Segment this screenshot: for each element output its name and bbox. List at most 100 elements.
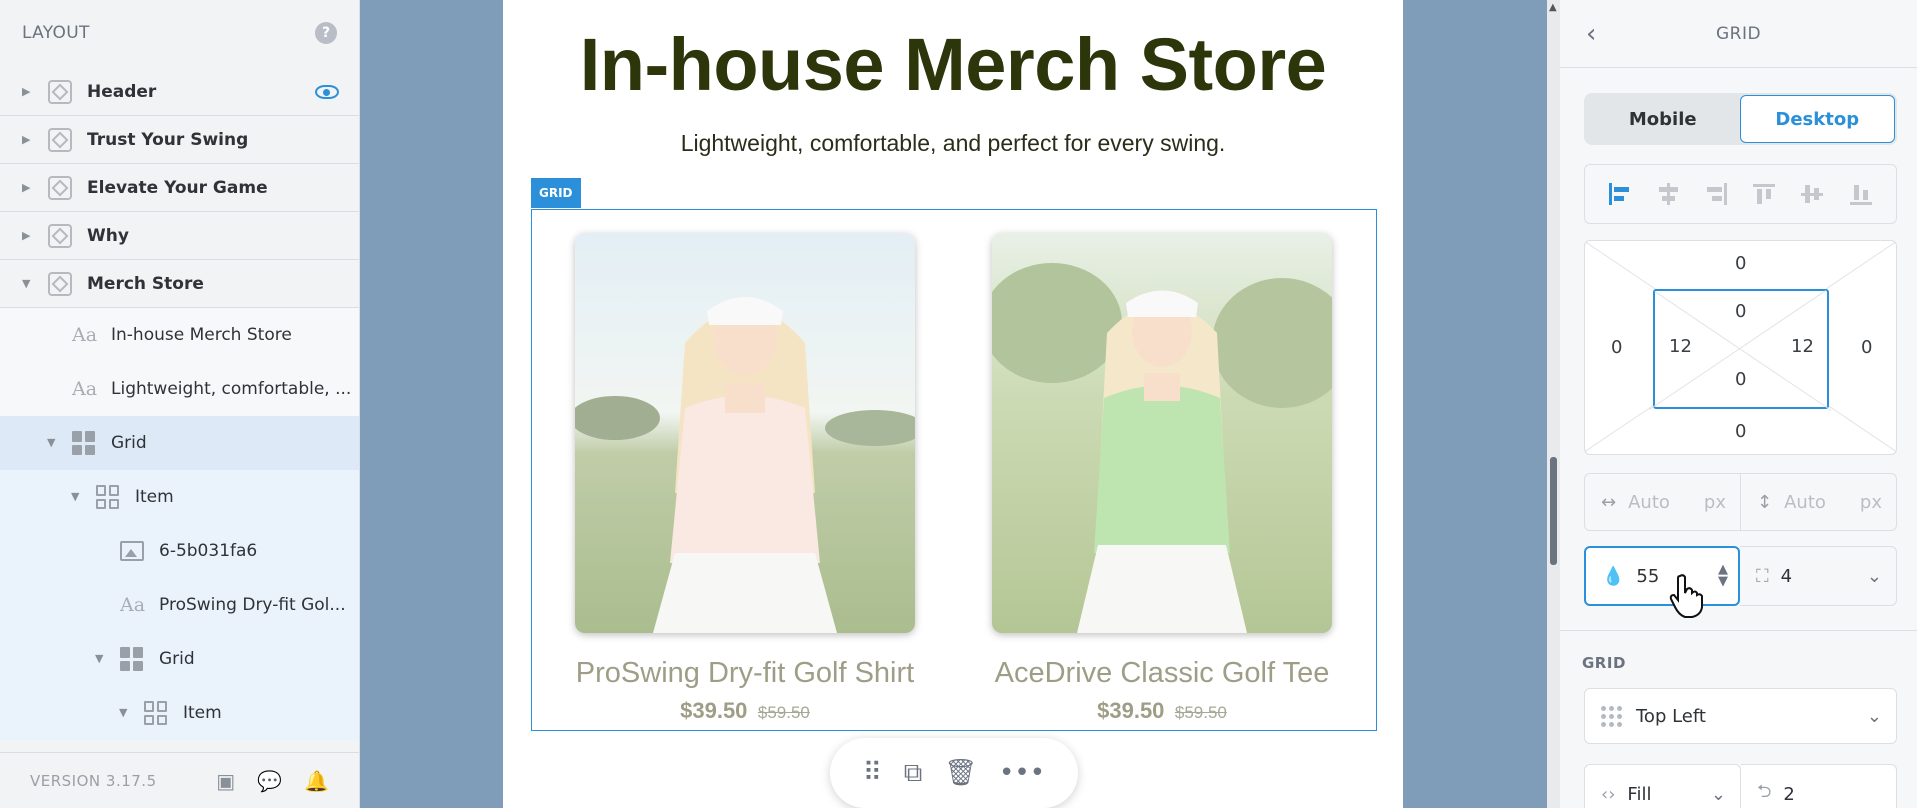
footer-icons: ▣ 💬 🔔 (216, 769, 329, 793)
text-icon: Aa (120, 594, 146, 616)
sidebar-footer: VERSION 3.17.5 ▣ 💬 🔔 (0, 752, 359, 808)
layer-label: Why (87, 225, 129, 246)
caret-right-icon[interactable]: ▶ (22, 134, 32, 145)
layer-label: Item (183, 703, 222, 723)
align-center-horizontal-icon[interactable] (1656, 183, 1680, 205)
drag-handle-icon[interactable]: ⠿ (863, 758, 882, 788)
width-input[interactable]: ↔ Auto px (1585, 474, 1740, 530)
properties-content: ‹ GRID Mobile Desktop 0 0 0 0 0 0 12 12 … (1560, 0, 1917, 808)
columns-icon: ⮌ (1757, 781, 1772, 802)
margin-right-field[interactable]: 0 (1861, 337, 1872, 358)
product-old-price: $59.50 (1174, 703, 1227, 722)
padding-top-field[interactable]: 0 (1735, 301, 1746, 322)
panel-scrollbar[interactable]: ▲ (1547, 0, 1560, 808)
product-image[interactable] (992, 233, 1332, 633)
layer-grid-selected[interactable]: ▼ Grid (0, 416, 359, 470)
caret-down-icon[interactable]: ▼ (119, 707, 129, 718)
layer-label: Lightweight, comfortable, ... (111, 379, 352, 399)
product-card[interactable]: ProSwing Dry-fit Golf Shirt $39.50 $59.5… (575, 233, 915, 724)
sidebar-header: LAYOUT ? (0, 0, 359, 66)
page-canvas: In-house Merch Store Lightweight, comfor… (503, 0, 1403, 808)
alignment-select[interactable]: Top Left ⌄ (1584, 688, 1897, 744)
chevron-down-icon: ⌄ (1866, 705, 1882, 727)
size-inputs: ↔ Auto px ↕ Auto px (1584, 473, 1897, 531)
spacing-box-model: 0 0 0 0 0 0 12 12 (1584, 240, 1897, 455)
opacity-radius-row: 💧 55 ▲ ▼ ⛶ 4 ⌄ (1584, 546, 1897, 606)
padding-right-field[interactable]: 12 (1791, 336, 1814, 357)
layer-label: In-house Merch Store (111, 325, 292, 345)
back-chevron-icon[interactable]: ‹ (1586, 19, 1596, 49)
product-image[interactable] (575, 233, 915, 633)
code-brackets-icon: ‹› (1601, 783, 1616, 805)
layer-label: Elevate Your Game (87, 177, 268, 198)
height-input[interactable]: ↕ Auto px (1740, 474, 1896, 530)
stepper-icon[interactable]: ▲ ▼ (1718, 563, 1728, 588)
margin-left-field[interactable]: 0 (1611, 337, 1622, 358)
columns-input[interactable]: ⮌ 2 (1741, 764, 1897, 808)
caret-down-icon[interactable]: ▼ (95, 653, 105, 664)
caret-right-icon[interactable]: ▶ (22, 230, 32, 241)
tab-desktop[interactable]: Desktop (1739, 95, 1895, 143)
layer-heading-text[interactable]: Aa In-house Merch Store (0, 308, 359, 362)
tab-mobile[interactable]: Mobile (1586, 95, 1740, 143)
layer-label: Grid (111, 433, 147, 453)
duplicate-icon[interactable]: ⧉ (904, 758, 923, 789)
more-options-icon[interactable]: ••• (999, 758, 1045, 788)
store-heading[interactable]: In-house Merch Store (503, 22, 1403, 107)
layer-header[interactable]: ▶ Header (0, 68, 359, 116)
panel-title: GRID (1715, 23, 1762, 44)
layer-item[interactable]: ▼ Item (0, 470, 359, 524)
notifications-bell-icon[interactable]: 🔔 (304, 769, 329, 793)
align-right-icon[interactable] (1704, 183, 1728, 205)
opacity-input[interactable]: 💧 55 ▲ ▼ (1584, 546, 1740, 606)
media-library-icon[interactable]: ▣ (216, 769, 235, 793)
layer-why[interactable]: ▶ Why (0, 212, 359, 260)
layer-label: ProSwing Dry-fit Gol... (159, 595, 346, 615)
layer-elevate-your-game[interactable]: ▶ Elevate Your Game (0, 164, 359, 212)
align-bottom-icon[interactable] (1849, 183, 1874, 205)
layer-label: Trust Your Swing (87, 129, 249, 150)
margin-top-field[interactable]: 0 (1735, 253, 1746, 274)
component-icon (48, 175, 72, 200)
scroll-up-arrow-icon[interactable]: ▲ (1549, 2, 1557, 13)
layer-label: Header (87, 81, 157, 102)
align-center-vertical-icon[interactable] (1801, 183, 1825, 205)
layout-sidebar: LAYOUT ? ▶ Header ▶ Trust Your Swing ▶ E… (0, 0, 360, 808)
caret-down-icon[interactable]: ▼ (22, 278, 32, 289)
caret-right-icon[interactable]: ▶ (22, 86, 32, 97)
layer-label: Merch Store (87, 273, 204, 294)
sidebar-title: LAYOUT (22, 23, 90, 43)
padding-left-field[interactable]: 12 (1669, 336, 1692, 357)
align-top-icon[interactable] (1752, 183, 1777, 205)
margin-bottom-field[interactable]: 0 (1735, 421, 1746, 442)
section-divider (1560, 630, 1917, 631)
comments-icon[interactable]: 💬 (257, 769, 282, 793)
layer-inner-item[interactable]: ▼ Item (0, 686, 359, 740)
layer-subtitle-text[interactable]: Aa Lightweight, comfortable, ... (0, 362, 359, 416)
product-card[interactable]: AceDrive Classic Golf Tee $39.50 $59.50 (992, 233, 1332, 724)
corner-radius-icon: ⛶ (1756, 565, 1769, 587)
layer-inner-grid[interactable]: ▼ Grid (0, 632, 359, 686)
layer-merch-store[interactable]: ▼ Merch Store (0, 260, 359, 308)
layer-trust-your-swing[interactable]: ▶ Trust Your Swing (0, 116, 359, 164)
help-icon[interactable]: ? (315, 22, 337, 44)
layer-image[interactable]: 6-5b031fa6 (0, 524, 359, 578)
caret-down-icon[interactable]: ▼ (47, 437, 57, 448)
product-name[interactable]: ProSwing Dry-fit Golf Shirt (575, 657, 915, 690)
layer-product-name[interactable]: Aa ProSwing Dry-fit Gol... (0, 578, 359, 632)
caret-down-icon[interactable]: ▼ (71, 491, 81, 502)
align-left-icon[interactable] (1607, 183, 1631, 205)
product-old-price: $59.50 (757, 703, 810, 722)
caret-right-icon[interactable]: ▶ (22, 182, 32, 193)
padding-bottom-field[interactable]: 0 (1735, 369, 1746, 390)
delete-trash-icon[interactable]: 🗑 (944, 758, 977, 788)
scrollbar-thumb[interactable] (1550, 457, 1557, 565)
layer-tree: ▶ Header ▶ Trust Your Swing ▶ Elevate Yo… (0, 68, 359, 740)
visibility-eye-icon[interactable] (315, 84, 339, 99)
item-grid-icon (144, 701, 168, 725)
sizing-select[interactable]: ‹› Fill ⌄ (1584, 764, 1741, 808)
store-subtitle[interactable]: Lightweight, comfortable, and perfect fo… (503, 130, 1403, 157)
product-grid[interactable]: ProSwing Dry-fit Golf Shirt $39.50 $59.5… (531, 209, 1377, 731)
radius-select[interactable]: ⛶ 4 ⌄ (1740, 546, 1897, 606)
product-name[interactable]: AceDrive Classic Golf Tee (992, 657, 1332, 690)
